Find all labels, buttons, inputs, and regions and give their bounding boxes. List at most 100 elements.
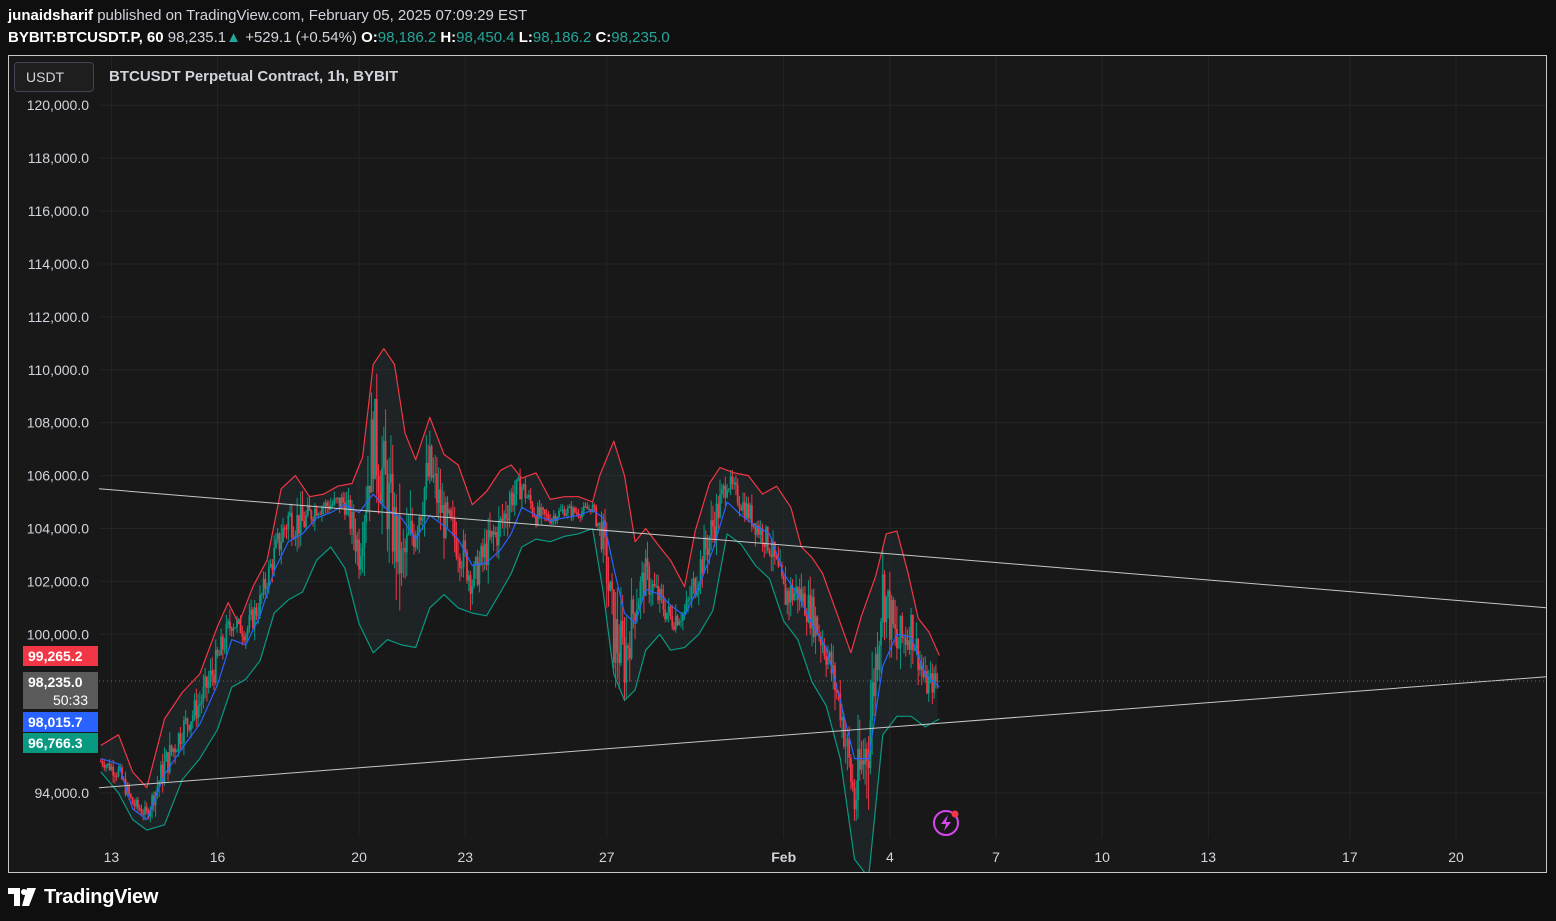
candle-body [471,586,474,594]
candle-body [712,520,714,527]
candle-body [333,498,336,505]
candle-body [618,652,621,664]
candle-body [252,609,254,628]
candle-body [625,645,628,683]
candle-body [264,578,267,589]
candle-body [183,720,185,743]
candle-body [710,520,713,538]
tradingview-logo[interactable]: TradingView [8,884,158,910]
candle-body [207,680,210,688]
candle-body [899,616,902,648]
candle-body [890,599,893,640]
x-tick-label: 7 [992,849,1000,865]
candle-body [784,583,787,605]
candle-body [345,502,348,515]
candle-body [632,599,635,614]
candle-body [864,748,866,765]
candle-body [195,700,198,719]
candle-body [232,628,235,631]
candle-body [641,572,644,582]
high-value: 98,450.4 [456,29,515,46]
candle-body [786,590,789,605]
candle-body [223,648,226,650]
candle-body [321,507,323,515]
x-tick-label: 13 [104,849,120,865]
candle-body [575,512,578,514]
candle-body [503,513,506,521]
candle-body [347,499,350,503]
candle-body [609,581,612,591]
y-tick-label: 118,000.0 [28,150,89,166]
candle-body [896,628,898,649]
candle-body [782,575,785,584]
candle-body [145,806,148,811]
y-tick-label: 100,000.0 [27,626,89,642]
candle-body [283,527,286,529]
candle-body [114,775,116,777]
candle-body [427,462,429,477]
candle-body [733,482,736,484]
candle-body [106,763,109,766]
candle-body [490,531,493,537]
candle-body [290,512,293,538]
x-tick-label: 20 [351,849,367,865]
symbol-label[interactable]: BYBIT:BTCUSDT.P, 60 [8,29,164,46]
candle-body [857,748,859,801]
candle-body [538,506,541,517]
candle-body [260,594,263,596]
candle-body [273,548,276,571]
candle-body [876,653,879,671]
published-text: published on TradingView.com, February 0… [97,7,528,24]
candle-body [851,781,854,788]
candle-body [359,556,362,570]
currency-unit-button[interactable]: USDT [14,62,94,92]
candle-body [301,505,304,521]
candle-body [809,594,812,629]
candle-body [743,502,746,519]
candle-body [420,517,422,521]
candle-body [802,593,805,602]
candle-body [349,499,352,529]
lightning-icon[interactable] [933,810,959,836]
x-tick-label: 20 [1448,849,1464,865]
candle-body [211,670,214,676]
candle-body [269,564,272,567]
candle-body [117,768,120,777]
candle-body [128,785,130,795]
candle-body [878,645,881,671]
candle-body [853,787,856,810]
candle-body [287,515,290,530]
candle-body [535,516,537,525]
candle-body [191,715,194,722]
candle-body [612,589,615,663]
candle-body [266,587,268,589]
candle-body [390,473,392,484]
candle-body [257,615,260,617]
candle-body [444,502,447,539]
candle-body [299,505,302,534]
chart-frame[interactable]: 94,000.0 100,000.0 102,000.0 104,000.0 106,0… [8,55,1547,873]
candle-body [887,590,889,597]
candle-body [901,616,904,638]
last-price-tag: 98,235.0 [23,672,98,692]
candle-body [163,761,166,782]
candle-body [496,532,498,546]
price-change: +529.1 (+0.54%) [245,29,357,46]
candle-body [554,515,557,522]
chart-canvas[interactable]: 94,000.0 100,000.0 102,000.0 104,000.0 106,0… [9,56,1547,873]
candle-body [584,506,587,508]
candle-body [303,520,306,528]
candle-body [214,649,217,683]
candle-body [669,606,672,616]
author-name[interactable]: junaidsharif [8,7,93,24]
candle-body [897,647,900,649]
candle-body [634,613,636,621]
candle-body [298,515,300,534]
candle-body [701,559,704,574]
candle-body [131,797,134,805]
candle-body [181,742,184,744]
candle-body [745,503,748,519]
candle-body [160,764,162,782]
candle-body [881,574,884,622]
candle-body [335,498,337,500]
